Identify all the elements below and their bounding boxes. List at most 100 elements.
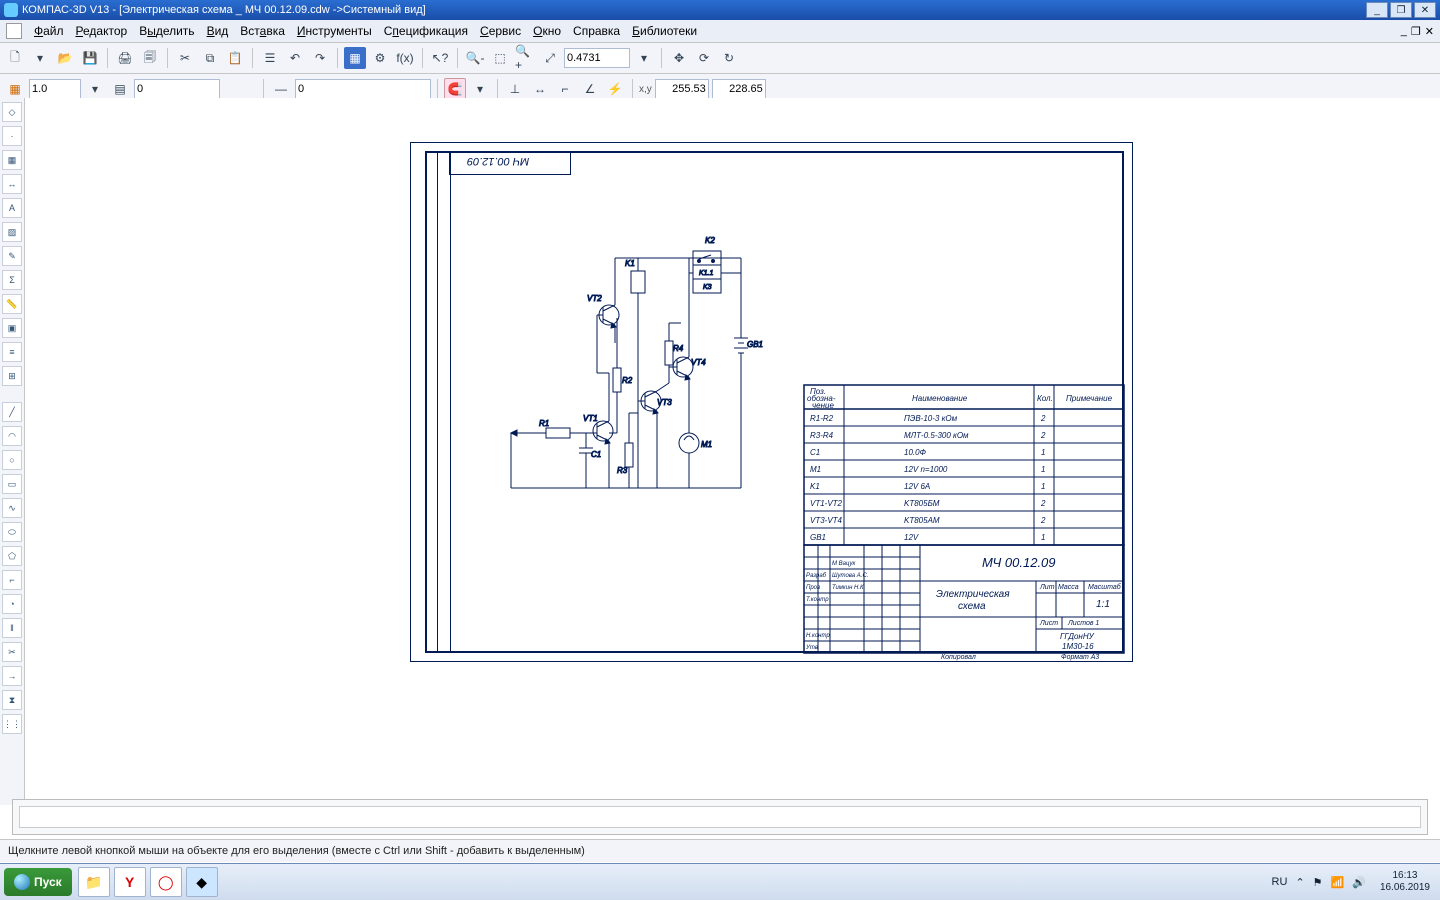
start-button[interactable]: Пуск xyxy=(4,868,72,896)
layers-button[interactable]: ▦ xyxy=(344,47,366,69)
lr-meas-icon[interactable]: 📏 xyxy=(2,294,22,314)
preview-button[interactable]: 🗐 xyxy=(139,47,161,69)
system-tray: RU ⌃ ⚑ 📶 🔊 16:13 16.06.2019 xyxy=(1272,870,1436,894)
tray-vol-icon[interactable]: 🔊 xyxy=(1352,876,1366,889)
lr-circ-icon[interactable]: ○ xyxy=(2,450,22,470)
taskbar-opera-icon[interactable]: ◯ xyxy=(150,867,182,897)
lr-point-icon[interactable]: · xyxy=(2,126,22,146)
cut-button[interactable]: ✂ xyxy=(174,47,196,69)
mdi-minimize-icon[interactable]: _ xyxy=(1401,25,1407,38)
lr-dim-icon[interactable]: ↔ xyxy=(2,174,22,194)
step-dd-icon[interactable]: ▾ xyxy=(84,78,106,100)
lr-spl-icon[interactable]: ∿ xyxy=(2,498,22,518)
print-button[interactable]: 🖨 xyxy=(114,47,136,69)
svg-text:Кол.: Кол. xyxy=(1037,394,1053,403)
zoom-input[interactable] xyxy=(564,48,630,68)
ortho-icon[interactable]: ⊥ xyxy=(504,78,526,100)
lr-param-icon[interactable]: Σ xyxy=(2,270,22,290)
vars-button[interactable]: ⚙ xyxy=(369,47,391,69)
lr-arc-icon[interactable]: ◠ xyxy=(2,426,22,446)
zoom-window-icon[interactable]: ⬚ xyxy=(489,47,511,69)
mdi-restore-icon[interactable]: ❐ xyxy=(1411,25,1421,38)
lr-trim-icon[interactable]: ✂ xyxy=(2,642,22,662)
menu-service[interactable]: Сервис xyxy=(474,22,527,40)
tray-up-icon[interactable]: ⌃ xyxy=(1295,876,1304,889)
menu-help[interactable]: Справка xyxy=(567,22,626,40)
lr-rect-icon[interactable]: ▭ xyxy=(2,474,22,494)
lr-hatch-icon[interactable]: ▨ xyxy=(2,222,22,242)
maximize-button[interactable]: ❐ xyxy=(1390,2,1412,18)
snap-icon[interactable]: ▦ xyxy=(4,78,26,100)
lr-poly-icon[interactable]: ⬠ xyxy=(2,546,22,566)
redo-button[interactable]: ↷ xyxy=(309,47,331,69)
menu-view[interactable]: Вид xyxy=(201,22,235,40)
zoom-dd-icon[interactable]: ▾ xyxy=(633,47,655,69)
coord-x-input[interactable] xyxy=(655,79,709,99)
pan-icon[interactable]: ✥ xyxy=(668,47,690,69)
lr-geom-icon[interactable]: ◇ xyxy=(2,102,22,122)
lr-mir-icon[interactable]: ⧗ xyxy=(2,690,22,710)
new-button[interactable]: 🗋 xyxy=(4,47,26,69)
undo-button[interactable]: ↶ xyxy=(284,47,306,69)
lr-edit-icon[interactable]: ✎ xyxy=(2,246,22,266)
lr-rep-icon[interactable]: ⊞ xyxy=(2,366,22,386)
new-dd-icon[interactable]: ▾ xyxy=(29,47,51,69)
magnet-icon[interactable]: 🧲 xyxy=(444,78,466,100)
rotate-icon[interactable]: ⟳ xyxy=(693,47,715,69)
lr-arr-icon[interactable]: ⋮⋮ xyxy=(2,714,22,734)
svg-text:R3-R4: R3-R4 xyxy=(810,431,834,440)
menu-edit[interactable]: Редактор xyxy=(70,22,134,40)
step-input[interactable] xyxy=(29,79,81,99)
taskbar-explorer-icon[interactable]: 📁 xyxy=(78,867,110,897)
lr-lib-icon[interactable]: ▣ xyxy=(2,318,22,338)
lr-ell-icon[interactable]: ⬭ xyxy=(2,522,22,542)
magnet-dd-icon[interactable]: ▾ xyxy=(469,78,491,100)
close-button[interactable]: ✕ xyxy=(1414,2,1436,18)
taskbar-yandex-icon[interactable]: Y xyxy=(114,867,146,897)
paste-button[interactable]: 📋 xyxy=(224,47,246,69)
open-button[interactable]: 📂 xyxy=(54,47,76,69)
lr-grid-icon[interactable]: ▦ xyxy=(2,150,22,170)
tray-flag-icon[interactable]: ⚑ xyxy=(1313,876,1323,889)
coord-y-input[interactable] xyxy=(712,79,766,99)
layer-icon[interactable]: ▤ xyxy=(109,78,131,100)
lr-text-icon[interactable]: A xyxy=(2,198,22,218)
lr-offs-icon[interactable]: ‖ xyxy=(2,618,22,638)
style2-select[interactable] xyxy=(295,79,431,99)
dim-icon[interactable]: ↔ xyxy=(529,78,551,100)
command-input[interactable] xyxy=(19,806,1421,828)
help-arrow-icon[interactable]: ↖? xyxy=(429,47,451,69)
mdi-close-icon[interactable]: ✕ xyxy=(1425,25,1434,38)
zoom-in-icon[interactable]: 🔍+ xyxy=(514,47,536,69)
minimize-button[interactable]: _ xyxy=(1366,2,1388,18)
style-select[interactable] xyxy=(134,79,220,99)
lr-line-icon[interactable]: ╱ xyxy=(2,402,22,422)
copy-button[interactable]: ⧉ xyxy=(199,47,221,69)
clock[interactable]: 16:13 16.06.2019 xyxy=(1374,870,1436,894)
menu-spec[interactable]: Спецификация xyxy=(378,22,474,40)
drawing-canvas[interactable]: МЧ 00.12.09 R1 C1 xyxy=(25,98,1440,805)
tray-net-icon[interactable]: 📶 xyxy=(1331,876,1345,889)
zoom-fit-icon[interactable]: ⤢ xyxy=(539,47,561,69)
lr-spec-icon[interactable]: ≡ xyxy=(2,342,22,362)
menu-select[interactable]: Выделить xyxy=(133,22,200,40)
round-icon[interactable]: ⌐ xyxy=(554,78,576,100)
lang-indicator[interactable]: RU xyxy=(1272,876,1288,888)
menu-lib[interactable]: Библиотеки xyxy=(626,22,703,40)
taskbar-kompas-icon[interactable]: ◆ xyxy=(186,867,218,897)
lr-ext-icon[interactable]: → xyxy=(2,666,22,686)
linestyle-icon[interactable]: — xyxy=(270,78,292,100)
redraw-icon[interactable]: ↻ xyxy=(718,47,740,69)
lr-cham-icon[interactable]: ⌐ xyxy=(2,570,22,590)
menu-window[interactable]: Окно xyxy=(527,22,567,40)
menu-insert[interactable]: Вставка xyxy=(234,22,291,40)
zoom-out-icon[interactable]: 🔍- xyxy=(464,47,486,69)
props-button[interactable]: ☰ xyxy=(259,47,281,69)
menu-file[interactable]: Файл xyxy=(28,22,70,40)
fx-button[interactable]: f(x) xyxy=(394,47,416,69)
angle-icon[interactable]: ∠ xyxy=(579,78,601,100)
menu-tools[interactable]: Инструменты xyxy=(291,22,378,40)
save-button[interactable]: 💾 xyxy=(79,47,101,69)
param-icon[interactable]: ⚡ xyxy=(604,78,626,100)
lr-fill-icon[interactable]: ◔ xyxy=(2,594,22,614)
